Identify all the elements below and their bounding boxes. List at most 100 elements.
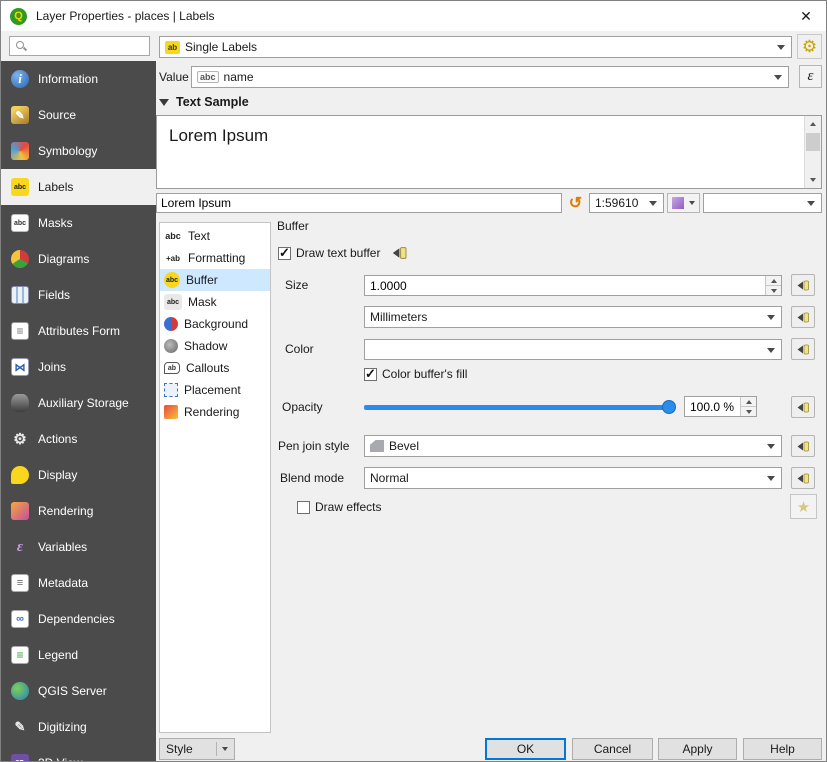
tab-label: Callouts [186, 361, 229, 375]
sidebar-item-source[interactable]: Source [1, 97, 156, 133]
customize-effects-button[interactable] [790, 494, 817, 519]
formatting-tab-icon [164, 250, 182, 266]
color-buffers-fill-checkbox[interactable] [364, 368, 377, 381]
spin-up-icon[interactable] [766, 276, 781, 285]
apply-button[interactable]: Apply [658, 738, 737, 760]
buffer-units-combo[interactable]: Millimeters [364, 306, 782, 328]
tab-label: Shadow [184, 339, 227, 353]
slider-handle[interactable] [662, 400, 676, 414]
search-input[interactable] [27, 39, 137, 53]
sidebar-item-label: Metadata [38, 576, 88, 590]
data-defined-override-button[interactable] [791, 467, 815, 489]
sidebar-item-label: Variables [38, 540, 87, 554]
blend-mode-combo[interactable]: Normal [364, 467, 782, 489]
chevron-down-icon [767, 476, 775, 481]
sidebar-item-information[interactable]: Information [1, 61, 156, 97]
sidebar-item-dependencies[interactable]: Dependencies [1, 601, 156, 637]
sidebar-item-qgis-server[interactable]: QGIS Server [1, 673, 156, 709]
sidebar-item-metadata[interactable]: Metadata [1, 565, 156, 601]
tab-text[interactable]: Text [160, 225, 270, 247]
legend-icon [11, 646, 29, 664]
value-field-combo[interactable]: abc name [191, 66, 789, 88]
sidebar-item-auxiliary-storage[interactable]: Auxiliary Storage [1, 385, 156, 421]
tab-placement[interactable]: Placement [160, 379, 270, 401]
draw-effects-checkbox[interactable] [297, 501, 310, 514]
single-labels-icon [165, 41, 180, 54]
background-tab-icon [164, 317, 178, 331]
tab-shadow[interactable]: Shadow [160, 335, 270, 357]
expression-builder-button[interactable]: ε [799, 65, 822, 88]
button-divider [216, 742, 217, 756]
symbology-icon [11, 142, 29, 160]
color-label: Color [285, 339, 314, 360]
buffer-color-button[interactable] [364, 339, 782, 360]
sidebar-item-attributes-form[interactable]: Attributes Form [1, 313, 156, 349]
tab-rendering[interactable]: Rendering [160, 401, 270, 423]
sidebar-item-symbology[interactable]: Symbology [1, 133, 156, 169]
draw-text-buffer-label: Draw text buffer [296, 246, 380, 260]
opacity-input[interactable] [685, 397, 739, 416]
pen-join-style-combo[interactable]: Bevel [364, 435, 782, 457]
sidebar-item-variables[interactable]: Variables [1, 529, 156, 565]
tab-label: Text [188, 229, 210, 243]
sidebar-item-label: Labels [38, 180, 73, 194]
data-defined-icon [796, 439, 811, 454]
reset-sample-button[interactable] [565, 193, 586, 213]
sidebar-item-joins[interactable]: Joins [1, 349, 156, 385]
automated-placement-button[interactable] [797, 34, 822, 59]
scroll-down-icon[interactable] [805, 172, 821, 188]
tab-buffer[interactable]: Buffer [160, 269, 270, 291]
scrollbar-thumb[interactable] [806, 133, 820, 151]
text-field-type-icon: abc [197, 71, 219, 83]
sidebar-item-display[interactable]: Display [1, 457, 156, 493]
style-menu-button[interactable]: Style [159, 738, 235, 760]
data-defined-override-button[interactable] [791, 306, 815, 328]
set-to-canvas-scale-button[interactable] [667, 193, 700, 213]
style-button-label: Style [166, 742, 193, 756]
close-button[interactable]: ✕ [794, 6, 818, 26]
sidebar-item-3d-view[interactable]: 3D View [1, 745, 156, 761]
data-defined-override-button[interactable] [791, 274, 815, 296]
sample-text-input[interactable] [157, 194, 561, 212]
spin-down-icon[interactable] [741, 406, 756, 416]
sidebar-item-fields[interactable]: Fields [1, 277, 156, 313]
sidebar-item-actions[interactable]: Actions [1, 421, 156, 457]
buffer-size-input[interactable] [365, 276, 764, 295]
sidebar-search[interactable] [9, 36, 150, 56]
data-defined-override-button[interactable] [387, 241, 413, 265]
tab-mask[interactable]: Mask [160, 291, 270, 313]
data-defined-icon [796, 278, 811, 293]
data-defined-override-button[interactable] [791, 396, 815, 418]
sidebar-item-label: Source [38, 108, 76, 122]
units-value: Millimeters [370, 310, 427, 324]
text-sample-preview: Lorem Ipsum [156, 115, 822, 189]
ok-button[interactable]: OK [485, 738, 566, 760]
sidebar-item-rendering[interactable]: Rendering [1, 493, 156, 529]
scroll-up-icon[interactable] [805, 116, 821, 132]
preview-scale-combo[interactable]: 1:59610 [589, 193, 664, 213]
data-defined-override-button[interactable] [791, 435, 815, 457]
spin-up-icon[interactable] [741, 397, 756, 406]
labels-icon [11, 178, 29, 196]
data-defined-override-button[interactable] [791, 338, 815, 360]
sidebar-item-legend[interactable]: Legend [1, 637, 156, 673]
tab-callouts[interactable]: Callouts [160, 357, 270, 379]
tab-formatting[interactable]: Formatting [160, 247, 270, 269]
source-icon [11, 106, 29, 124]
preview-background-combo[interactable] [703, 193, 822, 213]
draw-text-buffer-checkbox[interactable] [278, 247, 291, 260]
sidebar-item-label: Attributes Form [38, 324, 120, 338]
sidebar-item-diagrams[interactable]: Diagrams [1, 241, 156, 277]
cancel-button[interactable]: Cancel [572, 738, 653, 760]
preview-scrollbar[interactable] [804, 116, 821, 188]
label-mode-combo[interactable]: Single Labels [159, 36, 792, 58]
text-sample-header[interactable]: Text Sample [159, 95, 249, 109]
help-button[interactable]: Help [743, 738, 822, 760]
sidebar-item-masks[interactable]: Masks [1, 205, 156, 241]
map-canvas-icon [672, 197, 684, 209]
spin-down-icon[interactable] [766, 285, 781, 295]
opacity-slider[interactable] [364, 400, 676, 414]
sidebar-item-digitizing[interactable]: Digitizing [1, 709, 156, 745]
sidebar-item-labels[interactable]: Labels [1, 169, 156, 205]
tab-background[interactable]: Background [160, 313, 270, 335]
